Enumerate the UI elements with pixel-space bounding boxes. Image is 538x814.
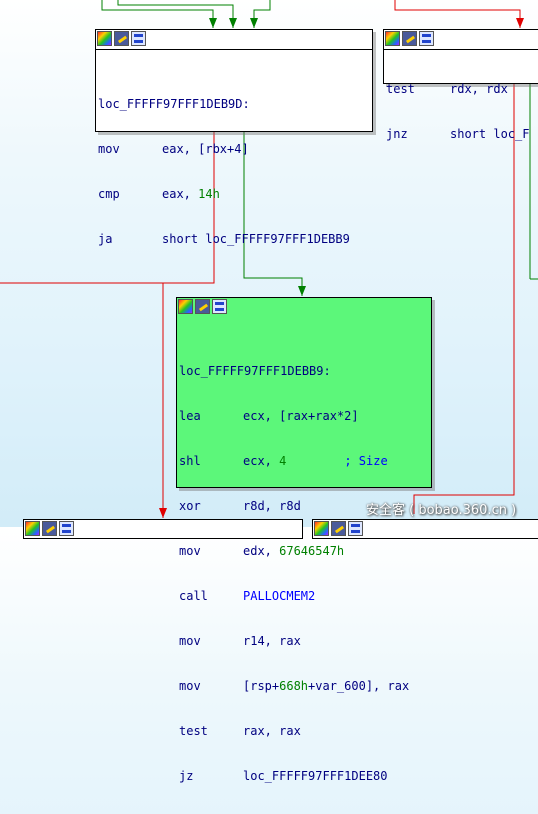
- block-body: test rdx, rdx jnz short loc_F: [384, 50, 538, 172]
- code-block-bottom-left[interactable]: [23, 519, 303, 539]
- instr-line[interactable]: cmp eax, 14h: [98, 187, 372, 202]
- block-body: loc_FFFFF97FFF1DEBB9: lea ecx, [rax+rax*2…: [177, 317, 431, 814]
- palette-icon[interactable]: [314, 521, 329, 536]
- instr-line[interactable]: call PALLOCMEM2: [179, 589, 431, 604]
- block-header: [313, 520, 538, 539]
- block-header: [384, 30, 538, 50]
- palette-icon[interactable]: [178, 299, 193, 314]
- instr-line[interactable]: mov [rsp+ 668h +var_600], rax: [179, 679, 431, 694]
- code-block-eb9d[interactable]: loc_FFFFF97FFF1DEB9D: mov eax, [rbx+4] cm…: [95, 29, 373, 246]
- instr-line[interactable]: lea ecx, [rax+rax*2]: [179, 409, 431, 424]
- instr-line[interactable]: shl ecx, 4; Size: [179, 454, 431, 469]
- palette-icon[interactable]: [385, 31, 400, 46]
- rename-icon[interactable]: [195, 299, 210, 314]
- instr-line[interactable]: test rax, rax: [179, 724, 431, 739]
- palette-icon[interactable]: [25, 521, 40, 536]
- function-name: PALLOCMEM2: [243, 589, 316, 603]
- arrow-green-top-3: [250, 18, 258, 28]
- edge-green-top-1: [101, 0, 214, 28]
- block-header: [177, 298, 431, 317]
- graph-view-icon[interactable]: [212, 299, 227, 314]
- arrow-green-node1-node3: [298, 286, 306, 296]
- instr-line[interactable]: jnz short loc_F: [386, 127, 538, 142]
- graph-view-icon[interactable]: [59, 521, 74, 536]
- arrow-red-top: [516, 18, 524, 28]
- arrow-green-top-2: [229, 18, 237, 28]
- palette-icon[interactable]: [97, 31, 112, 46]
- code-block-bottom-right[interactable]: [312, 519, 538, 539]
- instr-line[interactable]: test rdx, rdx: [386, 82, 538, 97]
- watermark: 安全客 ( bobao.360.cn ): [366, 503, 517, 518]
- instr-line[interactable]: mov eax, [rbx+4]: [98, 142, 372, 157]
- block-header: [96, 30, 372, 50]
- edge-green-top-3: [253, 0, 271, 28]
- block-label[interactable]: loc_FFFFF97FFF1DEB9D:: [98, 97, 372, 112]
- instr-line[interactable]: ja short loc_FFFFF97FFF1DEBB9: [98, 232, 372, 247]
- graph-view-icon[interactable]: [131, 31, 146, 46]
- graph-view-icon[interactable]: [419, 31, 434, 46]
- instr-line[interactable]: mov edx, 67646547h: [179, 544, 431, 559]
- rename-icon[interactable]: [114, 31, 129, 46]
- graph-view-icon[interactable]: [348, 521, 363, 536]
- edge-red-top: [394, 0, 521, 28]
- edge-green-top-2: [117, 0, 234, 28]
- rename-icon[interactable]: [402, 31, 417, 46]
- code-block-test-rdx[interactable]: test rdx, rdx jnz short loc_F: [383, 29, 538, 141]
- arrow-red-node1-down: [159, 508, 167, 518]
- rename-icon[interactable]: [331, 521, 346, 536]
- block-header: [24, 520, 302, 539]
- rename-icon[interactable]: [42, 521, 57, 536]
- code-block-ebb9[interactable]: loc_FFFFF97FFF1DEBB9: lea ecx, [rax+rax*2…: [176, 297, 432, 783]
- block-body: loc_FFFFF97FFF1DEB9D: mov eax, [rbx+4] cm…: [96, 50, 372, 277]
- arrow-green-top-1: [209, 18, 217, 28]
- instr-line[interactable]: mov r14, rax: [179, 634, 431, 649]
- instr-line[interactable]: jz loc_FFFFF97FFF1DEE80: [179, 769, 431, 784]
- block-label[interactable]: loc_FFFFF97FFF1DEBB9:: [179, 364, 431, 379]
